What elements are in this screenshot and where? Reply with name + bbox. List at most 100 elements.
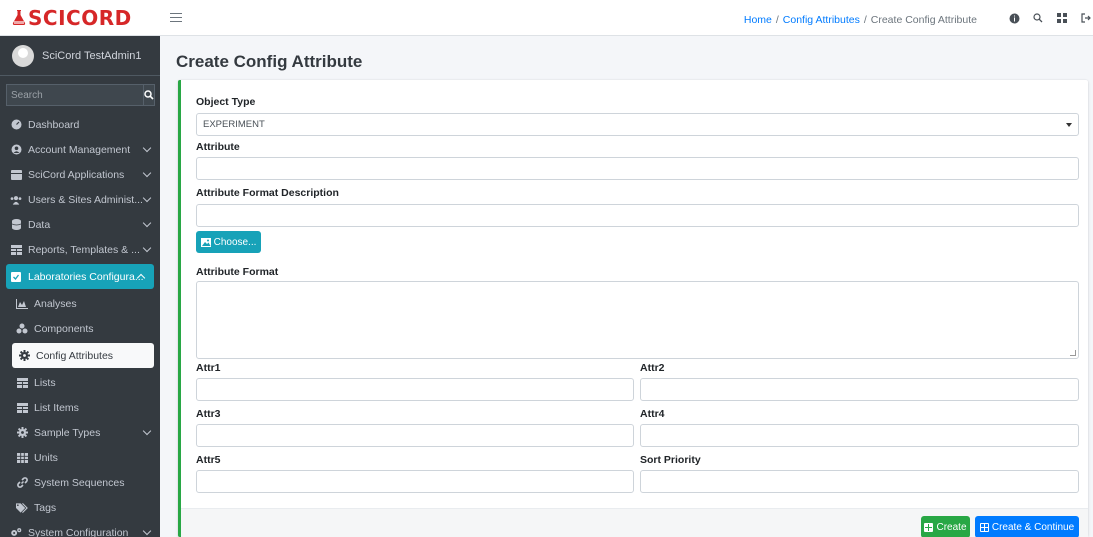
sidebar-search xyxy=(6,84,155,106)
chevron-down-icon xyxy=(142,143,152,153)
attr4-input[interactable] xyxy=(640,424,1079,447)
attribute-input[interactable] xyxy=(196,157,1079,180)
sidebar-item-label: Tags xyxy=(34,501,57,514)
attr3-input[interactable] xyxy=(196,424,634,447)
breadcrumb-current: Create Config Attribute xyxy=(870,14,977,26)
topbar: Home / Config Attributes / Create Config Att… xyxy=(160,0,1093,36)
sidebar-item-label: List Items xyxy=(34,401,79,414)
sidebar-item-laboratories-configuration[interactable]: Laboratories Configura... xyxy=(6,264,154,289)
attr5-label: Attr5 xyxy=(196,454,221,466)
clipboard-check-icon xyxy=(10,271,22,282)
grid-icon xyxy=(16,452,28,463)
sidebar-item-label: Laboratories Configura... xyxy=(28,270,144,283)
sidebar-item-label: Config Attributes xyxy=(36,349,114,362)
sidebar-item-users-sites[interactable]: Users & Sites Administ... xyxy=(0,187,160,212)
breadcrumb-config-attributes[interactable]: Config Attributes xyxy=(783,14,860,26)
user-panel[interactable]: SciCord TestAdmin1 xyxy=(0,36,160,76)
sidebar-item-account-management[interactable]: Account Management xyxy=(0,137,160,162)
attr3-label: Attr3 xyxy=(196,408,221,420)
apps-grid-icon[interactable] xyxy=(1055,11,1069,25)
users-icon xyxy=(10,194,22,205)
object-type-label: Object Type xyxy=(196,96,256,108)
sidebar-item-system-configuration[interactable]: System Configuration xyxy=(0,520,160,537)
object-type-select[interactable]: EXPERIMENT xyxy=(196,113,1079,136)
brand-name: SCICORD xyxy=(28,5,132,30)
attribute-format-description-label: Attribute Format Description xyxy=(196,187,339,199)
sidebar-subitem-list-items[interactable]: List Items xyxy=(0,395,160,420)
user-circle-icon xyxy=(10,144,22,155)
components-icon xyxy=(16,323,28,334)
attr2-label: Attr2 xyxy=(640,362,665,374)
sidebar-subitem-sample-types[interactable]: Sample Types xyxy=(0,420,160,445)
sidebar-item-label: Users & Sites Administ... xyxy=(28,193,143,206)
apps-icon xyxy=(10,169,22,180)
sidebar-item-scicord-applications[interactable]: SciCord Applications xyxy=(0,162,160,187)
breadcrumb-home[interactable]: Home xyxy=(744,14,772,26)
sidebar-item-reports-templates[interactable]: Reports, Templates & ... xyxy=(0,237,160,262)
sidebar-item-label: System Sequences xyxy=(34,476,125,489)
database-icon xyxy=(10,219,22,230)
create-continue-label: Create & Continue xyxy=(991,521,1075,533)
sidebar-item-label: Account Management xyxy=(28,143,131,156)
attr5-input[interactable] xyxy=(196,470,634,493)
attribute-label: Attribute xyxy=(196,141,240,153)
breadcrumb-separator: / xyxy=(775,14,779,26)
attr2-input[interactable] xyxy=(640,378,1079,401)
choose-button[interactable]: Choose... xyxy=(196,231,261,253)
sidebar-item-label: Analyses xyxy=(34,297,77,310)
search-input[interactable] xyxy=(6,84,143,106)
table-icon xyxy=(10,244,22,255)
cogs-icon xyxy=(10,527,22,537)
sort-priority-input[interactable] xyxy=(640,470,1079,493)
attribute-format-textarea[interactable] xyxy=(196,281,1079,359)
sidebar-item-label: SciCord Applications xyxy=(28,168,125,181)
sidebar-item-label: Lists xyxy=(34,376,56,389)
link-icon xyxy=(16,477,28,488)
resize-handle-icon[interactable] xyxy=(1070,350,1076,356)
search-icon xyxy=(144,90,154,100)
table-icon xyxy=(16,377,28,388)
search-button[interactable] xyxy=(143,84,155,106)
attr1-input[interactable] xyxy=(196,378,634,401)
cog-icon xyxy=(18,350,30,361)
caret-down-icon xyxy=(1066,123,1072,127)
sidebar-item-label: Reports, Templates & ... xyxy=(28,243,140,256)
plus-square-outline-icon xyxy=(979,522,989,532)
attribute-format-description-input[interactable] xyxy=(196,204,1079,227)
chevron-down-icon xyxy=(142,243,152,253)
info-icon[interactable] xyxy=(1007,11,1021,25)
sidebar-subitem-components[interactable]: Components xyxy=(0,316,160,341)
flask-icon xyxy=(12,9,26,25)
sidebar-subitem-units[interactable]: Units xyxy=(0,445,160,470)
attr4-label: Attr4 xyxy=(640,408,665,420)
table-icon xyxy=(16,402,28,413)
sidebar-item-dashboard[interactable]: Dashboard xyxy=(0,112,160,137)
sidebar-subitem-analyses[interactable]: Analyses xyxy=(0,291,160,316)
avatar xyxy=(12,44,34,67)
create-continue-button[interactable]: Create & Continue xyxy=(975,516,1079,537)
chevron-down-icon xyxy=(142,193,152,203)
breadcrumb: Home / Config Attributes / Create Config Att… xyxy=(744,14,977,26)
sidebar-item-label: Units xyxy=(34,451,58,464)
menu-toggle-icon[interactable] xyxy=(170,13,182,22)
create-button[interactable]: Create xyxy=(921,516,970,537)
user-name[interactable]: SciCord TestAdmin1 xyxy=(42,50,141,62)
top-icons xyxy=(997,11,1093,25)
sidebar-subitem-config-attributes[interactable]: Config Attributes xyxy=(12,343,154,368)
object-type-value: EXPERIMENT xyxy=(203,119,265,130)
chevron-down-icon xyxy=(142,218,152,228)
brand[interactable]: SCICORD xyxy=(0,0,160,36)
search-icon[interactable] xyxy=(1031,11,1045,25)
sidebar-subitem-tags[interactable]: Tags xyxy=(0,495,160,520)
chevron-down-icon xyxy=(142,168,152,178)
attribute-format-label: Attribute Format xyxy=(196,266,279,278)
sidebar-subitem-lists[interactable]: Lists xyxy=(0,370,160,395)
sidebar-item-data[interactable]: Data xyxy=(0,212,160,237)
brand-logo: SCICORD xyxy=(12,6,132,30)
page-title: Create Config Attribute xyxy=(176,52,363,71)
logout-icon[interactable] xyxy=(1079,11,1093,25)
sidebar-item-label: Data xyxy=(28,218,51,231)
create-label: Create xyxy=(936,521,967,533)
attr1-label: Attr1 xyxy=(196,362,221,374)
sidebar-subitem-system-sequences[interactable]: System Sequences xyxy=(0,470,160,495)
